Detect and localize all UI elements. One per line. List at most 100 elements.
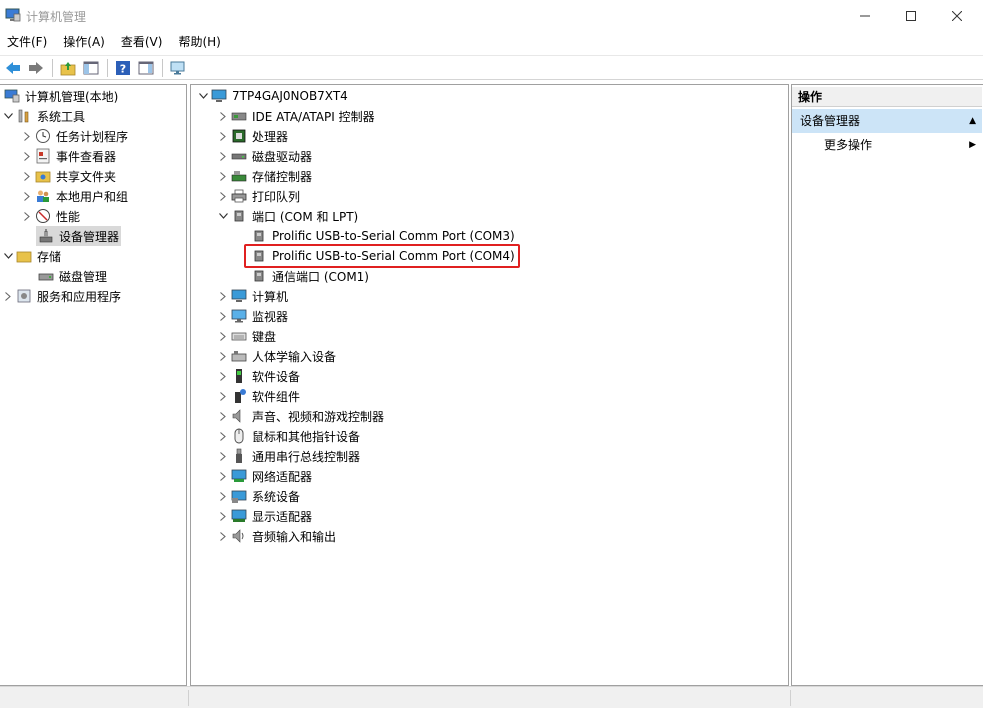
category-label: 磁盘驱动器 xyxy=(252,149,313,164)
collapse-up-icon[interactable]: ▲ xyxy=(969,109,976,133)
chevron-right-icon[interactable] xyxy=(217,366,229,386)
network-adapter-icon xyxy=(231,468,247,484)
tree-item-device-manager[interactable]: 设备管理器 xyxy=(36,226,122,246)
chevron-right-icon[interactable] xyxy=(217,486,229,506)
up-folder-icon[interactable] xyxy=(57,57,79,79)
chevron-right-icon[interactable] xyxy=(21,166,33,186)
device-tree-root[interactable]: 7TP4GAJ0NOB7XT4 xyxy=(197,86,350,106)
port-item-com1[interactable]: 通信端口 (COM1) xyxy=(249,266,371,286)
keyboard-icon xyxy=(231,328,247,344)
tree-item-performance[interactable]: 性能 xyxy=(21,206,82,226)
menu-view[interactable]: 查看(V) xyxy=(116,31,168,53)
device-category-software-components[interactable]: 软件组件 xyxy=(217,386,302,406)
device-category-monitors[interactable]: 监视器 xyxy=(217,306,290,326)
device-category-storage-controllers[interactable]: 存储控制器 xyxy=(217,166,314,186)
chevron-right-icon[interactable] xyxy=(217,406,229,426)
chevron-right-icon[interactable] xyxy=(217,466,229,486)
chevron-right-icon[interactable] xyxy=(21,146,33,166)
toolbar-separator xyxy=(107,58,108,77)
forward-icon[interactable] xyxy=(25,57,47,79)
tree-item-disk-management[interactable]: 磁盘管理 xyxy=(36,266,109,286)
category-label: 计算机 xyxy=(252,289,289,304)
tree-item-root[interactable]: 计算机管理(本地) xyxy=(2,86,120,106)
category-label: 监视器 xyxy=(252,309,289,324)
device-category-ide[interactable]: IDE ATA/ATAPI 控制器 xyxy=(217,106,377,126)
tree-item-shared-folders[interactable]: 共享文件夹 xyxy=(21,166,118,186)
maximize-button[interactable] xyxy=(888,0,934,31)
tree-item-services-apps[interactable]: 服务和应用程序 xyxy=(2,286,123,306)
window-title: 计算机管理 xyxy=(26,10,87,24)
chevron-right-icon[interactable] xyxy=(217,286,229,306)
chevron-right-icon[interactable] xyxy=(217,126,229,146)
chevron-right-icon[interactable] xyxy=(217,106,229,126)
device-category-keyboards[interactable]: 键盘 xyxy=(217,326,278,346)
chevron-right-icon[interactable] xyxy=(217,526,229,546)
close-button[interactable] xyxy=(934,0,980,31)
chevron-down-icon[interactable] xyxy=(217,206,229,226)
category-label: 人体学输入设备 xyxy=(252,349,337,364)
monitor-icon[interactable] xyxy=(167,57,189,79)
device-category-software-devices[interactable]: 软件设备 xyxy=(217,366,302,386)
chevron-right-icon[interactable] xyxy=(217,426,229,446)
actions-section-label: 设备管理器 xyxy=(800,114,861,128)
device-category-print-queues[interactable]: 打印队列 xyxy=(217,186,302,206)
category-label: 系统设备 xyxy=(252,489,301,504)
tree-item-local-users[interactable]: 本地用户和组 xyxy=(21,186,130,206)
category-label: 软件设备 xyxy=(252,369,301,384)
storage-icon xyxy=(16,248,32,264)
software-device-icon xyxy=(231,368,247,384)
tree-item-label: 服务和应用程序 xyxy=(37,289,122,304)
device-category-network-adapters[interactable]: 网络适配器 xyxy=(217,466,314,486)
help-icon[interactable]: ? xyxy=(112,57,134,79)
menu-action[interactable]: 操作(A) xyxy=(58,31,110,53)
chevron-right-icon[interactable] xyxy=(217,326,229,346)
device-category-system-devices[interactable]: 系统设备 xyxy=(217,486,302,506)
chevron-right-icon[interactable] xyxy=(217,506,229,526)
chevron-right-icon[interactable] xyxy=(217,446,229,466)
device-category-hid[interactable]: 人体学输入设备 xyxy=(217,346,338,366)
chevron-right-icon[interactable] xyxy=(217,166,229,186)
chevron-right-icon[interactable] xyxy=(2,286,14,306)
back-icon[interactable] xyxy=(2,57,24,79)
computer-management-icon xyxy=(5,8,21,22)
minimize-button[interactable] xyxy=(842,0,888,31)
performance-icon xyxy=(35,208,51,224)
device-category-display-adapters[interactable]: 显示适配器 xyxy=(217,506,314,526)
properties-view-icon[interactable] xyxy=(135,57,157,79)
menu-file[interactable]: 文件(F) xyxy=(2,31,52,53)
tree-item-event-viewer[interactable]: 事件查看器 xyxy=(21,146,118,166)
chevron-right-icon[interactable] xyxy=(21,126,33,146)
chevron-right-icon[interactable] xyxy=(217,186,229,206)
more-actions-item[interactable]: 更多操作 ▶ xyxy=(824,135,982,155)
chevron-right-icon[interactable] xyxy=(217,346,229,366)
show-hide-tree-icon[interactable] xyxy=(80,57,102,79)
chevron-down-icon[interactable] xyxy=(2,106,14,126)
chevron-right-icon[interactable] xyxy=(21,186,33,206)
chevron-right-icon[interactable] xyxy=(217,146,229,166)
serial-port-icon xyxy=(251,228,267,244)
tree-item-system-tools[interactable]: 系统工具 xyxy=(2,106,87,126)
device-category-audio-io[interactable]: 音频输入和输出 xyxy=(217,526,338,546)
display-adapter-icon xyxy=(231,508,247,524)
device-category-mice[interactable]: 鼠标和其他指针设备 xyxy=(217,426,362,446)
tree-item-task-scheduler[interactable]: 任务计划程序 xyxy=(21,126,130,146)
device-category-processor[interactable]: 处理器 xyxy=(217,126,290,146)
menu-help[interactable]: 帮助(H) xyxy=(173,31,225,53)
device-category-computer[interactable]: 计算机 xyxy=(217,286,290,306)
chevron-down-icon[interactable] xyxy=(197,86,209,106)
chevron-right-icon[interactable] xyxy=(21,206,33,226)
category-label: 软件组件 xyxy=(252,389,301,404)
device-category-usb[interactable]: 通用串行总线控制器 xyxy=(217,446,362,466)
chevron-right-icon[interactable] xyxy=(217,386,229,406)
navigation-tree-pane: 计算机管理(本地) 系统工具 任务计划程序 事件查看器 共享文件夹 本地用户和组… xyxy=(0,84,187,686)
device-category-sound[interactable]: 声音、视频和游戏控制器 xyxy=(217,406,386,426)
chevron-right-icon[interactable] xyxy=(217,306,229,326)
port-item-com3[interactable]: Prolific USB-to-Serial Comm Port (COM3) xyxy=(249,226,517,246)
chevron-down-icon[interactable] xyxy=(2,246,14,266)
monitor-icon xyxy=(231,308,247,324)
port-label: 通信端口 (COM1) xyxy=(272,269,369,284)
tree-item-storage[interactable]: 存储 xyxy=(2,246,63,266)
actions-section-device-manager[interactable]: 设备管理器 ▲ xyxy=(792,109,982,133)
device-category-disk-drives[interactable]: 磁盘驱动器 xyxy=(217,146,314,166)
device-category-ports[interactable]: 端口 (COM 和 LPT) xyxy=(217,206,360,226)
